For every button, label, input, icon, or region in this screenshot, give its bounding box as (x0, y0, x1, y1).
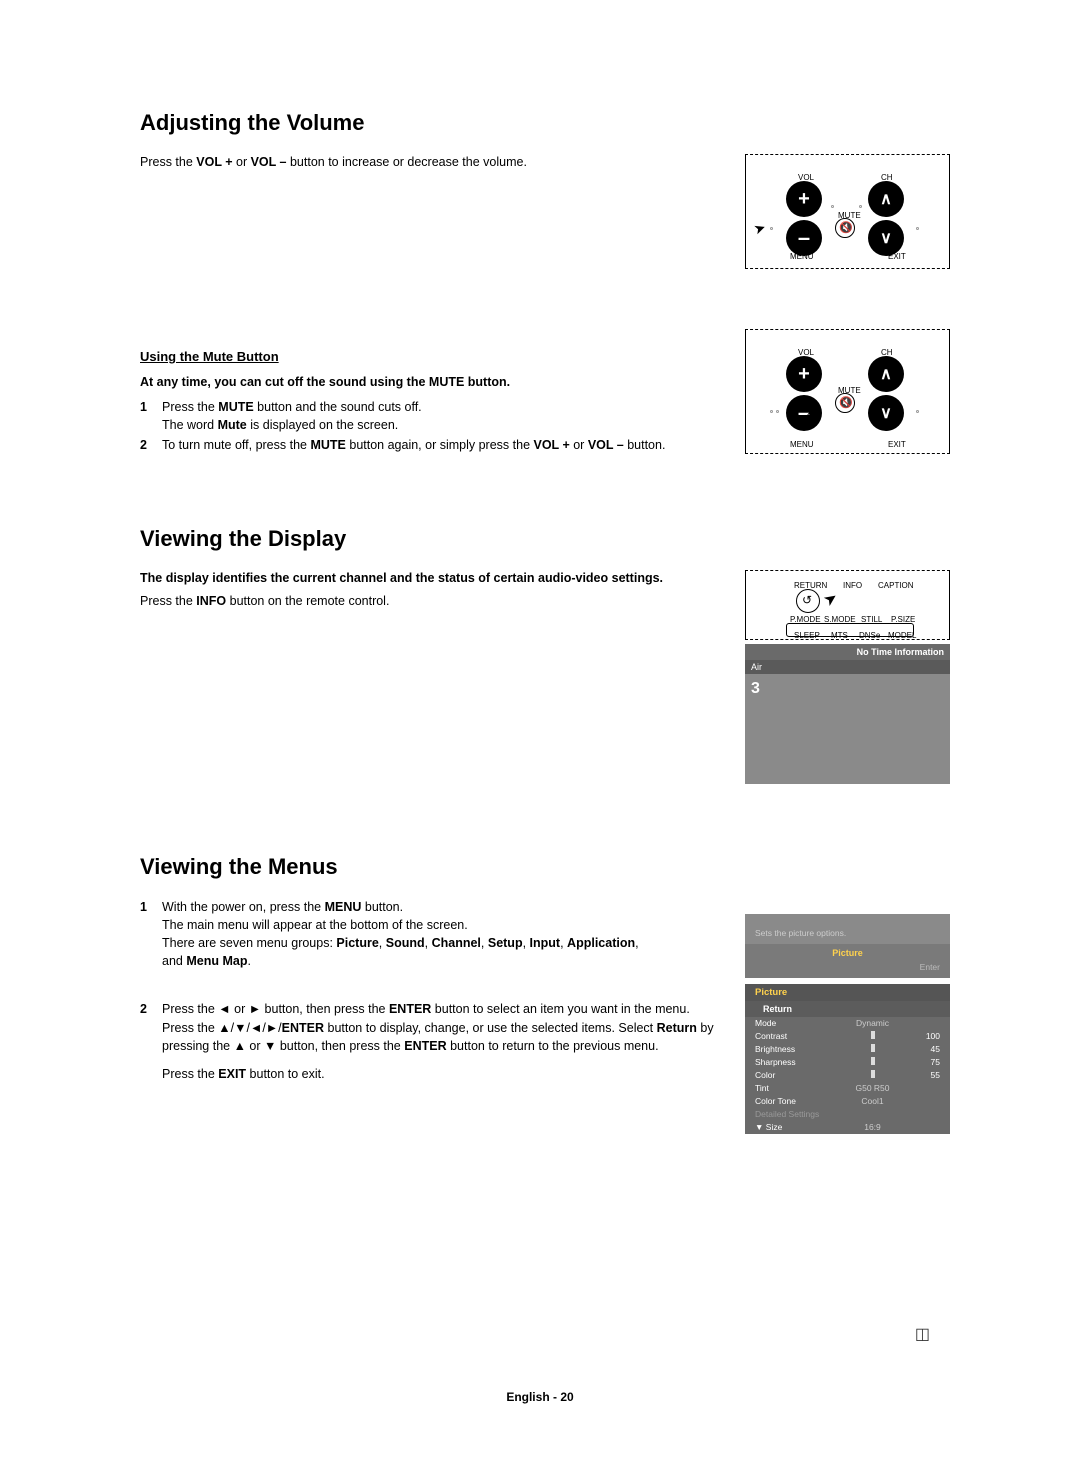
menu-item-row: Contrast100 (745, 1030, 950, 1043)
menu-item-row: ModeDynamic (745, 1017, 950, 1030)
mute-button: 🔇 (835, 218, 855, 238)
page-footer: English - 20 (0, 1390, 1080, 1404)
page-turn-icon: ◫ (915, 1324, 930, 1344)
vol-plus-button: + (786, 356, 822, 392)
section-adjusting-volume: Adjusting the Volume Press the VOL + or … (140, 110, 950, 456)
return-button: ↺ (796, 589, 820, 613)
heading-volume: Adjusting the Volume (140, 110, 950, 136)
ch-down-button: ∨ (868, 395, 904, 431)
menu-item-row: TintG50 R50 (745, 1082, 950, 1095)
osd-display-panel: No Time Information Air 3 (745, 644, 950, 784)
osd-channel: 3 (745, 676, 950, 702)
pointer-arrow: ➤ (751, 219, 768, 239)
menu-step-2: 2 Press the ◄ or ► button, then press th… (140, 1000, 725, 1083)
mute-step-1: 1 Press the MUTE button and the sound cu… (140, 398, 725, 434)
mute-lead: At any time, you can cut off the sound u… (140, 374, 725, 392)
heading-display: Viewing the Display (140, 526, 950, 552)
menu-item-row: Sharpness75 (745, 1056, 950, 1069)
menu-step-1: 1 With the power on, press the MENU butt… (140, 898, 725, 971)
menu-picture: Picture (745, 944, 950, 960)
osd-title: No Time Information (745, 644, 950, 660)
osd-source-row: Air (745, 660, 950, 674)
osd-menu-detail: Picture Return ModeDynamicContrast100Bri… (745, 984, 950, 1134)
osd-menu-preview: Sets the picture options. Picture Enter (745, 914, 950, 978)
menu-item-row: ▼ Size16:9 (745, 1121, 950, 1134)
ch-up-button: ∧ (868, 356, 904, 392)
remote-diagram-volume: VOL CH MUTE MENU EXIT + – ∧ ∨ 🔇 ➤ (745, 154, 950, 269)
heading-menus: Viewing the Menus (140, 854, 950, 880)
section-viewing-display: Viewing the Display The display identifi… (140, 526, 950, 784)
menu-section-title: Picture (745, 984, 950, 1001)
display-lead: The display identifies the current chann… (140, 570, 725, 588)
menu-desc: Sets the picture options. (745, 914, 950, 944)
vol-minus-button: – (786, 220, 822, 256)
volume-intro: Press the VOL + or VOL – button to incre… (140, 154, 725, 172)
ch-down-button: ∨ (868, 220, 904, 256)
menu-item-row: Brightness45 (745, 1043, 950, 1056)
display-body: Press the INFO button on the remote cont… (140, 593, 725, 611)
remote-diagram-mute: VOL CH MUTE MENU EXIT + – ∧ ∨ 🔇 ➤ (745, 329, 950, 454)
menu-return: Return (745, 1001, 950, 1017)
vol-plus-button: + (786, 181, 822, 217)
pointer-arrow: ➤ (819, 587, 841, 611)
menu-item-row: Color ToneCool1 (745, 1095, 950, 1108)
ch-up-button: ∧ (868, 181, 904, 217)
mute-button-highlight: 🔇 (835, 393, 855, 413)
mute-step-2: 2 To turn mute off, press the MUTE butto… (140, 436, 725, 454)
remote-diagram-info: RETURN INFO CAPTION ↺ P.MODE S.MODE STIL… (745, 570, 950, 640)
menu-item-row: Color55 (745, 1069, 950, 1082)
subhead-mute: Using the Mute Button (140, 349, 725, 364)
menu-item-row: Detailed Settings (745, 1108, 950, 1121)
menu-enter: Enter (745, 960, 950, 978)
section-viewing-menus: Viewing the Menus 1 With the power on, p… (140, 854, 950, 1134)
